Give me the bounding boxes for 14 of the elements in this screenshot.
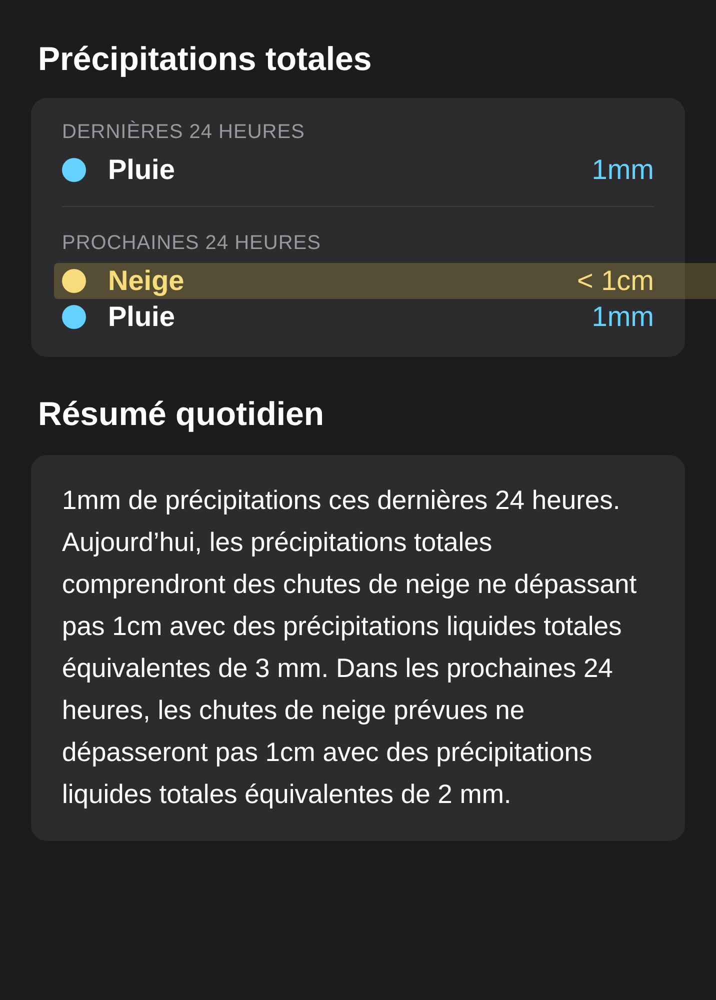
section-title: Résumé quotidien (38, 394, 326, 434)
precipitation-amount: 1mm (592, 154, 654, 186)
precipitation-amount: < 1cm (576, 265, 654, 297)
precipitation-type: Pluie (108, 154, 175, 186)
period-heading: DERNIÈRES 24 HEURES (62, 120, 306, 145)
precipitation-type: Pluie (108, 301, 175, 333)
precipitation-row[interactable]: Pluie 1mm (54, 299, 654, 335)
precipitation-row[interactable]: Pluie 1mm (54, 152, 654, 188)
precipitation-row[interactable]: Neige < 1cm (54, 263, 716, 299)
section-title: Précipitations totales (38, 39, 373, 79)
precipitation-type: Neige (108, 265, 184, 297)
precipitation-amount: 1mm (592, 301, 654, 333)
period-heading: PROCHAINES 24 HEURES (62, 231, 322, 256)
summary-text: 1mm de précipitations ces dernières 24 heures. Aujourd’hui, les précipitations totales comprendront des chutes de neige ne dépassant pas 1cm avec des précipitations liquides totales équivalentes de 3 mm. Dans les prochaines 24 heures, les chutes de neige prévues ne dépasseront pas 1cm avec des précipitations liquides totales équivalentes de 2 mm. (62, 484, 638, 811)
